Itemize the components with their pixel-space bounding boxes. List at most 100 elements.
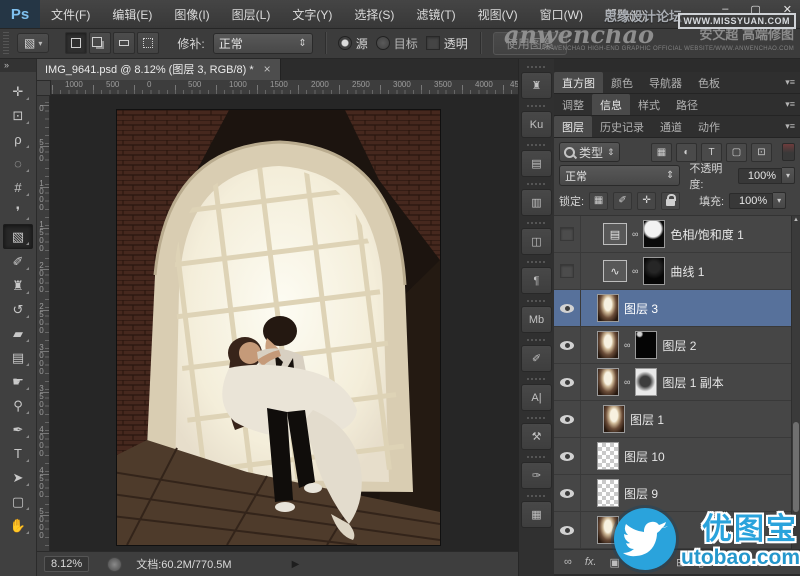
visibility-toggle[interactable] bbox=[554, 290, 581, 326]
ruler-origin-corner[interactable] bbox=[36, 80, 51, 96]
patch-mode-select[interactable]: 正常 ⇕ bbox=[213, 33, 313, 54]
close-button[interactable]: ✕ bbox=[783, 3, 792, 16]
layer-row-layer2[interactable]: ∞ 图层 2 bbox=[554, 327, 800, 364]
use-pattern-button[interactable]: 使用图案 bbox=[493, 32, 567, 55]
scrollbar-thumb[interactable] bbox=[793, 422, 799, 512]
history-brush-tool[interactable]: ↺ bbox=[4, 298, 32, 321]
add-layer-mask-button[interactable]: ▣ bbox=[609, 556, 619, 569]
quick-selection-tool[interactable]: ◌ bbox=[4, 152, 32, 175]
layer-name[interactable]: 图层 1 bbox=[630, 411, 664, 428]
brush-presets-panel-button[interactable]: ✑ bbox=[521, 462, 552, 489]
kuler-panel-button[interactable]: Ku bbox=[521, 111, 552, 138]
patch-tool[interactable]: ▧ bbox=[3, 224, 33, 249]
hand-tool[interactable]: ✋ bbox=[4, 514, 32, 537]
menu-select[interactable]: 选择(S) bbox=[343, 6, 405, 23]
toolbar-collapse-button[interactable]: » bbox=[0, 58, 36, 72]
panel-menu-icon[interactable]: ▾≡ bbox=[785, 72, 800, 93]
mini-bridge-panel-button[interactable]: Mb bbox=[521, 306, 552, 333]
layer-name[interactable]: 图层 3 bbox=[624, 300, 658, 317]
fill-field[interactable]: 100% ▾ bbox=[729, 192, 786, 209]
layers-scrollbar[interactable]: ▲ bbox=[791, 216, 800, 549]
document-tab[interactable]: IMG_9641.psd @ 8.12% (图层 3, RGB/8) * × bbox=[36, 58, 281, 80]
layer-row-layer1[interactable]: 图层 1 bbox=[554, 401, 800, 438]
visibility-toggle[interactable] bbox=[554, 401, 581, 437]
menu-window[interactable]: 窗口(W) bbox=[529, 6, 594, 23]
layer-row-layer1-copy[interactable]: ∞ 图层 1 副本 bbox=[554, 364, 800, 401]
maximize-button[interactable]: ▢ bbox=[750, 3, 760, 16]
menu-type[interactable]: 文字(Y) bbox=[281, 6, 343, 23]
character-styles-panel-button[interactable]: ▤ bbox=[521, 150, 552, 177]
visibility-toggle[interactable] bbox=[554, 512, 581, 548]
target-radio[interactable]: 目标 bbox=[376, 35, 418, 52]
hue-saturation-icon[interactable]: ▤ bbox=[603, 223, 627, 245]
horizontal-ruler[interactable]: 1000 500 0 500 1000 1500 2000 2500 3000 … bbox=[49, 80, 518, 95]
lasso-tool[interactable]: ρ bbox=[4, 128, 32, 151]
blend-mode-select[interactable]: 正常 ⇕ bbox=[559, 165, 680, 186]
layer-name[interactable]: 背景 bbox=[624, 522, 648, 539]
filter-smart-objects-button[interactable]: ⊡ bbox=[751, 143, 772, 162]
layer-comps-panel-button[interactable]: ◫ bbox=[521, 228, 552, 255]
minimize-button[interactable]: – bbox=[722, 3, 728, 16]
vertical-ruler[interactable]: 0 500 1000 1500 2000 2500 3000 3500 4000… bbox=[36, 94, 50, 552]
tool-preset-picker[interactable]: ▧ ▾ bbox=[17, 33, 49, 53]
type-tool[interactable]: T bbox=[4, 442, 32, 465]
visibility-toggle[interactable] bbox=[554, 438, 581, 474]
tab-info[interactable]: 信息 bbox=[592, 94, 630, 115]
new-group-button[interactable]: ▭ bbox=[653, 556, 663, 569]
layer-name[interactable]: 图层 1 副本 bbox=[662, 374, 723, 391]
lock-position-button[interactable]: ✛ bbox=[637, 192, 656, 210]
layer-thumbnail[interactable] bbox=[603, 405, 625, 433]
layer-filter-select[interactable]: 类型 ⇕ bbox=[559, 142, 620, 162]
smudge-tool[interactable]: ☛ bbox=[4, 370, 32, 393]
pen-tool[interactable]: ✒ bbox=[4, 418, 32, 441]
opacity-field[interactable]: 100% ▾ bbox=[738, 167, 795, 184]
marquee-tool[interactable]: ⊡ bbox=[4, 104, 32, 127]
tab-swatches[interactable]: 色板 bbox=[690, 72, 728, 93]
chevron-down-icon[interactable]: ▾ bbox=[782, 167, 795, 184]
status-menu-arrow-icon[interactable]: ▶ bbox=[292, 559, 300, 570]
eraser-tool[interactable]: ▰ bbox=[4, 322, 32, 345]
panel-menu-icon[interactable]: ▾≡ bbox=[785, 94, 800, 115]
layer-mask-thumbnail[interactable] bbox=[635, 331, 657, 359]
tool-presets-panel-button[interactable]: ⚒ bbox=[521, 423, 552, 450]
layer-row-layer3[interactable]: 图层 3 bbox=[554, 290, 800, 327]
layer-row-background[interactable]: 背景 bbox=[554, 512, 800, 549]
gradient-tool[interactable]: ▤ bbox=[4, 346, 32, 369]
tab-styles[interactable]: 样式 bbox=[630, 94, 668, 115]
menu-image[interactable]: 图像(I) bbox=[163, 6, 220, 23]
tab-actions[interactable]: 动作 bbox=[690, 116, 728, 137]
clone-stamp-tool[interactable]: ♜ bbox=[4, 274, 32, 297]
brush-tool[interactable]: ✐ bbox=[4, 250, 32, 273]
paragraph-styles-panel-button[interactable]: ▥ bbox=[521, 189, 552, 216]
visibility-toggle[interactable] bbox=[554, 216, 581, 252]
shape-tool[interactable]: ▢ bbox=[4, 490, 32, 513]
paragraph-panel-button[interactable]: ¶ bbox=[521, 267, 552, 294]
layer-thumbnail[interactable] bbox=[597, 331, 619, 359]
layer-styles-button[interactable]: fx. bbox=[585, 556, 597, 568]
tab-adjustments[interactable]: 调整 bbox=[554, 94, 592, 115]
dodge-tool[interactable]: ⚲ bbox=[4, 394, 32, 417]
layer-thumbnail[interactable] bbox=[597, 479, 619, 507]
menu-file[interactable]: 文件(F) bbox=[40, 6, 101, 23]
visibility-toggle[interactable] bbox=[554, 327, 581, 363]
layer-mask-thumbnail[interactable] bbox=[643, 220, 665, 248]
zoom-level-field[interactable]: 8.12% bbox=[44, 556, 89, 572]
tab-history[interactable]: 历史记录 bbox=[592, 116, 652, 137]
menu-filter[interactable]: 滤镜(T) bbox=[405, 6, 466, 23]
path-selection-tool[interactable]: ➤ bbox=[4, 466, 32, 489]
scroll-up-icon[interactable]: ▲ bbox=[792, 217, 800, 223]
measurement-log-panel-button[interactable]: ▦ bbox=[521, 501, 552, 528]
layer-thumbnail[interactable] bbox=[597, 294, 619, 322]
layer-thumbnail[interactable] bbox=[597, 442, 619, 470]
intersect-selection-button[interactable] bbox=[137, 32, 159, 54]
subtract-selection-button[interactable] bbox=[113, 32, 135, 54]
layer-thumbnail[interactable] bbox=[597, 368, 619, 396]
lock-all-button[interactable] bbox=[661, 192, 680, 210]
tab-channels[interactable]: 通道 bbox=[652, 116, 690, 137]
add-selection-button[interactable] bbox=[89, 32, 111, 54]
delete-layer-button[interactable]: ▯ bbox=[698, 556, 704, 569]
layer-name[interactable]: 色相/饱和度 1 bbox=[670, 226, 743, 243]
menu-layer[interactable]: 图层(L) bbox=[221, 6, 282, 23]
layer-mask-thumbnail[interactable] bbox=[643, 257, 665, 285]
curves-icon[interactable]: ∿ bbox=[603, 260, 627, 282]
